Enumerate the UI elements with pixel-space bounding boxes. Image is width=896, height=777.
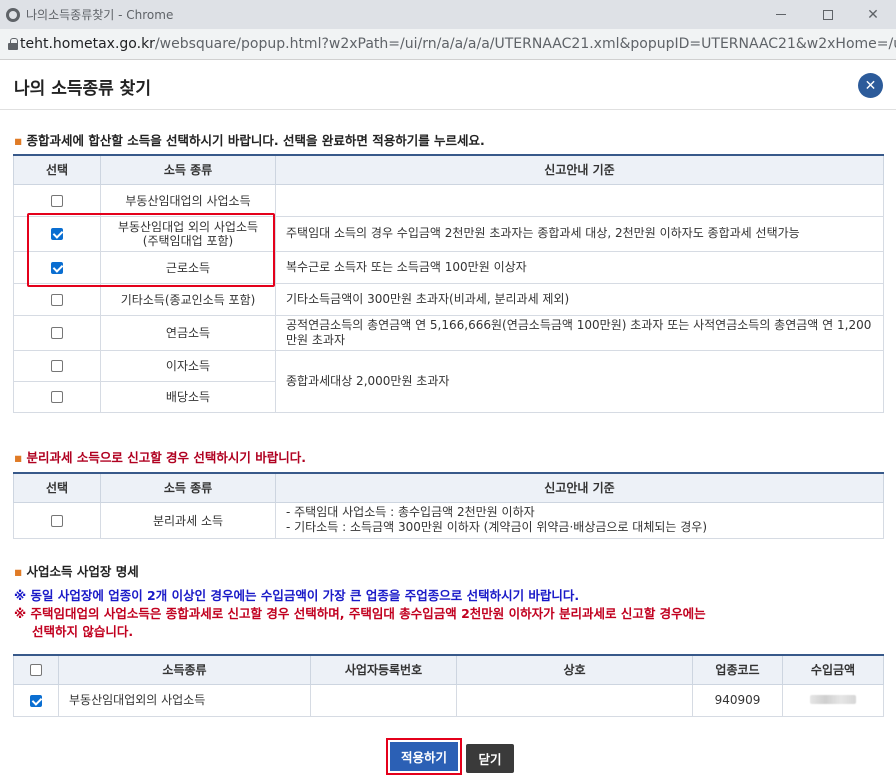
col-business-number: 사업자등록번호 [310, 654, 457, 685]
popup-header: 나의 소득종류 찾기 [0, 60, 896, 110]
section3-title: ▪ 사업소득 사업장 명세 [14, 561, 139, 580]
minimize-button[interactable] [758, 0, 804, 29]
guide-text: 기타소득금액이 300만원 초과자(비과세, 분리과세 제외) [275, 282, 884, 316]
address-bar[interactable]: teht.hometax.go.kr/websquare/popup.html?… [0, 29, 896, 60]
close-button[interactable]: 닫기 [466, 744, 514, 773]
business-number [310, 683, 457, 717]
col-income-type: 소득 종류 [100, 154, 276, 185]
income-type: 연금소득 [100, 314, 276, 351]
url-host: teht.hometax.go.kr [20, 36, 155, 52]
maximize-icon [823, 9, 833, 20]
income-type: 배당소득 [100, 380, 276, 413]
selection-highlight [27, 213, 275, 287]
income-type: 기타소득(종교인소득 포함) [100, 282, 276, 316]
bullet-icon: ▪ [14, 450, 23, 465]
row-checkbox[interactable] [30, 694, 42, 707]
checkbox-dividend-income[interactable] [51, 391, 63, 403]
col-income-type: 소득종류 [58, 654, 311, 685]
income-type: 부동산임대업의 사업소득 [100, 183, 276, 217]
notice-red-line1: ※ 주택임대업의 사업소득은 종합과세로 신고할 경우 선택하며, 주택임대 총… [14, 606, 706, 621]
section2-title-text: 분리과세 소득으로 신고할 경우 선택하시기 바랍니다. [26, 450, 306, 465]
globe-icon [6, 7, 20, 22]
checkbox-interest-income[interactable] [51, 360, 63, 372]
window-title: 나의소득종류찾기 - Chrome [26, 8, 174, 22]
col-industry-code: 업종코드 [692, 654, 783, 685]
maximize-button[interactable] [805, 0, 851, 29]
checkbox-pension-income[interactable] [51, 327, 63, 339]
minimize-icon [776, 14, 786, 15]
checkbox-other-income[interactable] [51, 293, 63, 306]
revenue-amount [782, 683, 884, 717]
guide-line1: - 주택임대 사업소득 : 총수입금액 2천만원 이하자 [286, 505, 535, 519]
popup-title: 나의 소득종류 찾기 [14, 79, 151, 99]
col-income-type: 소득 종류 [100, 472, 276, 503]
close-icon: ✕ [864, 77, 877, 94]
redacted-amount [810, 695, 856, 704]
col-select: 선택 [13, 154, 101, 185]
col-select: 선택 [13, 472, 101, 503]
guide-text: 복수근로 소득자 또는 소득금액 100만원 이상자 [275, 250, 884, 284]
section1-title-text: 종합과세에 합산할 소득을 선택하시기 바랍니다. 선택을 완료하면 적용하기를… [26, 133, 485, 148]
apply-button[interactable]: 적용하기 [386, 738, 462, 775]
separate-tax-table: 선택 소득 종류 신고안내 기준 분리과세 소득 - 주택임대 사업소득 : 총… [13, 472, 884, 539]
col-business-name: 상호 [456, 654, 693, 685]
col-guide: 신고안내 기준 [275, 154, 884, 185]
guide-text: - 주택임대 사업소득 : 총수입금액 2천만원 이하자 - 기타소득 : 소득금… [275, 501, 884, 539]
section1-title: ▪ 종합과세에 합산할 소득을 선택하시기 바랍니다. 선택을 완료하면 적용하기… [14, 130, 485, 149]
url-path: /websquare/popup.html?w2xPath=/ui/rn/a/a… [154, 36, 896, 52]
guide-line2: - 기타소득 : 소득금액 300만원 이하자 (계약금이 위약금·배상금으로 … [286, 520, 708, 534]
guide-text: 공적연금소득의 총연금액 연 5,166,666원(연금소득금액 100만원) … [275, 314, 884, 351]
income-type: 부동산임대업외의 사업소득 [58, 683, 311, 717]
popup-close-button[interactable]: ✕ [858, 73, 883, 98]
url-text: teht.hometax.go.kr/websquare/popup.html?… [20, 36, 896, 52]
col-guide: 신고안내 기준 [275, 472, 884, 503]
table-row: 기타소득(종교인소득 포함) 기타소득금액이 300만원 초과자(비과세, 분리… [13, 282, 884, 316]
table-row: 연금소득 공적연금소득의 총연금액 연 5,166,666원(연금소득금액 10… [13, 314, 884, 351]
checkbox-separate-tax[interactable] [51, 514, 63, 527]
income-type: 분리과세 소득 [100, 501, 276, 539]
income-type: 이자소득 [100, 349, 276, 382]
industry-code: 940909 [692, 683, 783, 717]
guide-text [275, 183, 884, 217]
select-all-checkbox[interactable] [30, 664, 42, 677]
apply-button-label: 적용하기 [390, 742, 458, 771]
business-name [456, 683, 693, 717]
checkbox-rental-business[interactable] [51, 194, 63, 207]
table-row: 이자소득 종합과세대상 2,000만원 초과자 [13, 349, 884, 413]
notice-red-line2: 선택하지 않습니다. [32, 624, 134, 639]
table-row: 부동산임대업의 사업소득 [13, 183, 884, 217]
guide-text: 종합과세대상 2,000만원 초과자 [275, 349, 884, 413]
col-revenue: 수입금액 [782, 654, 884, 685]
guide-text: 주택임대 소득의 경우 수입금액 2천만원 초과자는 종합과세 대상, 2천만원… [275, 215, 884, 252]
window-close-button[interactable]: ✕ [850, 0, 896, 29]
section3-title-text: 사업소득 사업장 명세 [26, 564, 139, 579]
table-row: 분리과세 소득 - 주택임대 사업소득 : 총수입금액 2천만원 이하자 - 기타… [13, 501, 884, 539]
bullet-icon: ▪ [14, 564, 23, 579]
business-place-table: 소득종류 사업자등록번호 상호 업종코드 수입금액 부동산임대업외의 사업소득 … [13, 654, 884, 717]
bullet-icon: ▪ [14, 133, 23, 148]
notice-blue: ※ 동일 사업장에 업종이 2개 이상인 경우에는 수입금액이 가장 큰 업종을… [14, 588, 580, 603]
section2-title: ▪ 분리과세 소득으로 신고할 경우 선택하시기 바랍니다. [14, 447, 306, 466]
close-icon: ✕ [867, 6, 879, 23]
table-row: 부동산임대업외의 사업소득 940909 [13, 683, 884, 717]
